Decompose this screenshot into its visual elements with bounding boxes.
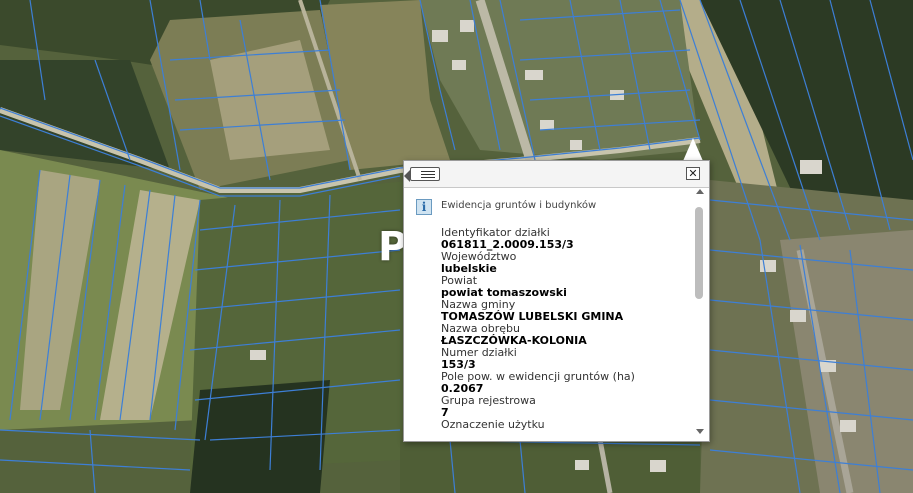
scroll-thumb[interactable] bbox=[695, 207, 703, 299]
field-label: Grupa rejestrowa bbox=[441, 394, 536, 407]
field-label: Numer działki bbox=[441, 346, 517, 359]
close-icon[interactable]: ✕ bbox=[686, 167, 700, 180]
layer-title: Ewidencja gruntów i budynków bbox=[441, 200, 597, 211]
list-back-icon[interactable] bbox=[404, 167, 440, 182]
field-value: lubelskie bbox=[441, 262, 497, 275]
attribute-list[interactable]: Identyfikator działki 061811_2.0009.153/… bbox=[441, 227, 689, 437]
back-arrow-icon bbox=[404, 170, 410, 182]
scroll-down-icon[interactable] bbox=[696, 429, 704, 434]
list-line bbox=[421, 177, 435, 178]
info-icon: i bbox=[416, 199, 432, 215]
feature-info-popup: ✕ i Ewidencja gruntów i budynków Identyf… bbox=[403, 160, 710, 442]
popup-scrollbar[interactable] bbox=[693, 187, 707, 439]
popup-pointer bbox=[683, 138, 703, 161]
field-label: Oznaczenie użytku bbox=[441, 418, 545, 431]
list-line bbox=[421, 171, 435, 172]
scroll-up-icon[interactable] bbox=[696, 189, 704, 194]
popup-header: ✕ bbox=[404, 161, 709, 188]
list-line bbox=[421, 174, 435, 175]
